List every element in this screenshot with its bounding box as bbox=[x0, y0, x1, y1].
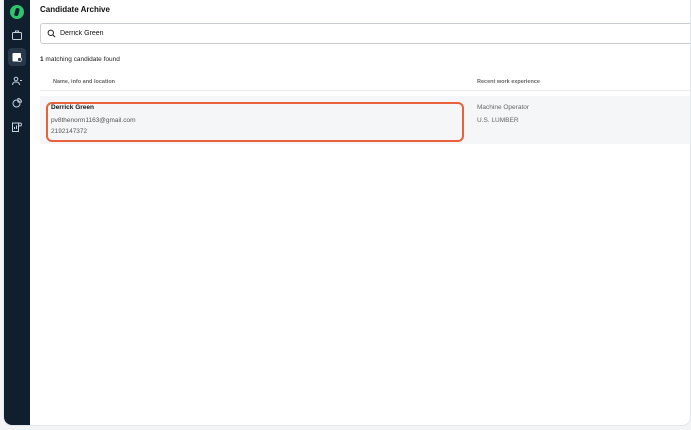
job-title: Machine Operator bbox=[477, 104, 530, 111]
candidate-email: pv8thenorm1163@gmail.com bbox=[51, 117, 136, 124]
candidate-phone: 2192147372 bbox=[51, 128, 88, 135]
result-count: 1 matching candidate found bbox=[40, 56, 120, 63]
reports-icon[interactable] bbox=[8, 118, 26, 136]
result-count-label: matching candidate found bbox=[43, 56, 120, 63]
logo-icon[interactable] bbox=[10, 5, 24, 19]
briefcase-icon[interactable] bbox=[8, 26, 26, 44]
candidate-archive-icon[interactable] bbox=[8, 48, 26, 66]
main-content: Candidate Archive 1 matching candidate f… bbox=[30, 0, 690, 425]
table-header bbox=[40, 74, 690, 91]
sidebar bbox=[4, 0, 30, 425]
app-window: Candidate Archive 1 matching candidate f… bbox=[4, 0, 690, 425]
column-header-name: Name, info and location bbox=[53, 79, 116, 85]
candidate-name[interactable]: Derrick Green bbox=[51, 104, 94, 111]
job-company: U.S. LUMBER bbox=[477, 117, 519, 124]
search-input[interactable] bbox=[60, 30, 260, 37]
users-icon[interactable] bbox=[8, 72, 26, 90]
column-header-experience: Recent work experience bbox=[477, 79, 540, 85]
analytics-icon[interactable] bbox=[8, 94, 26, 112]
search-icon bbox=[47, 29, 56, 38]
search-box[interactable] bbox=[40, 23, 690, 44]
page-title: Candidate Archive bbox=[40, 5, 110, 14]
